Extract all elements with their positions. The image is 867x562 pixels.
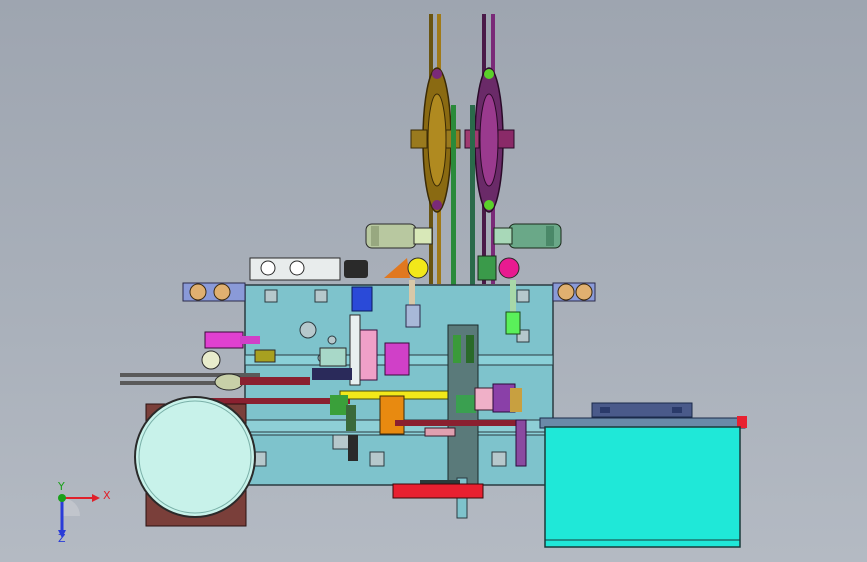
right-motor: [493, 223, 562, 249]
dark-red-bar: [240, 377, 310, 385]
orange-block: [379, 395, 405, 435]
coordinate-triad: X Y Z: [40, 478, 120, 548]
top-left-rollers: [249, 257, 368, 281]
y-axis-dot: [58, 494, 66, 502]
yellow-sprocket: [407, 257, 429, 279]
z-axis-label: Z: [58, 532, 66, 545]
vibratory-bowl: [134, 396, 256, 518]
y-axis-label: Y: [58, 480, 65, 493]
x-axis-label: X: [103, 489, 111, 502]
machine-assembly-drawing: [120, 14, 747, 548]
left-motor: [365, 223, 433, 249]
magenta-arm: [204, 331, 244, 349]
pink-sprocket: [498, 257, 520, 279]
red-chute: [392, 483, 484, 499]
output-tray: [544, 426, 741, 548]
cad-viewport[interactable]: X Y Z: [0, 0, 867, 562]
orange-bracket: [384, 258, 410, 278]
blue-block: [351, 286, 373, 312]
